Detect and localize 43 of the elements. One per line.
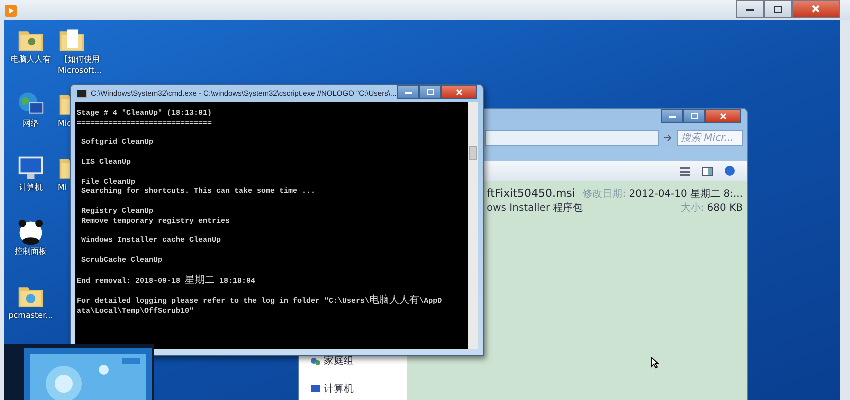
icon-label: Mi xyxy=(58,182,68,193)
scroll-thumb[interactable] xyxy=(469,146,477,160)
search-field[interactable]: 搜索 Micr... xyxy=(677,130,743,146)
close-button[interactable] xyxy=(441,85,477,99)
app-icon xyxy=(5,5,17,17)
view-icon[interactable] xyxy=(680,166,690,176)
icon-label: 计算机 xyxy=(19,182,43,193)
restore-button[interactable] xyxy=(764,0,792,18)
close-button[interactable] xyxy=(792,0,840,18)
icon-label: pcmaster... xyxy=(8,310,54,321)
icon-label: 控制面板 xyxy=(15,246,47,257)
maximize-icon xyxy=(426,89,434,95)
maximize-button[interactable] xyxy=(683,109,705,123)
icon-label: 网络 xyxy=(23,118,39,129)
icon-label: 电脑人人有 xyxy=(11,54,51,65)
close-icon xyxy=(812,5,820,13)
modified-label: 修改日期: 2012-04-10 星期二 8:... xyxy=(582,188,743,201)
close-icon xyxy=(456,88,462,96)
minimize-icon xyxy=(668,114,676,118)
minimize-button[interactable] xyxy=(661,109,683,123)
minimize-button[interactable] xyxy=(736,0,764,18)
nav-item[interactable]: 计算机 xyxy=(311,382,407,396)
monitor-icon xyxy=(311,384,320,394)
close-icon xyxy=(720,112,726,120)
minimize-icon xyxy=(746,8,754,10)
maximize-button[interactable] xyxy=(419,85,441,99)
scrollbar[interactable] xyxy=(468,102,478,349)
pane-icon[interactable] xyxy=(702,166,713,176)
file-name[interactable]: ftFixit50450.msi xyxy=(487,187,576,201)
restore-icon xyxy=(774,6,782,12)
monitor-icon[interactable] xyxy=(17,154,45,182)
minimize-icon xyxy=(404,90,412,94)
size-label: 大小: 680 KB xyxy=(680,202,743,215)
panda-icon[interactable] xyxy=(17,218,45,246)
nav-item[interactable]: 家庭组 xyxy=(311,354,407,368)
close-button[interactable] xyxy=(705,109,741,123)
file-type: ows Installer 程序包 xyxy=(487,202,584,215)
people-icon xyxy=(311,356,320,366)
cursor-icon xyxy=(651,357,659,369)
console-icon xyxy=(77,90,87,98)
minimize-button[interactable] xyxy=(397,85,419,99)
maximize-icon xyxy=(690,113,698,119)
icon-label: 【如何使用 Microsoft... xyxy=(58,54,102,76)
